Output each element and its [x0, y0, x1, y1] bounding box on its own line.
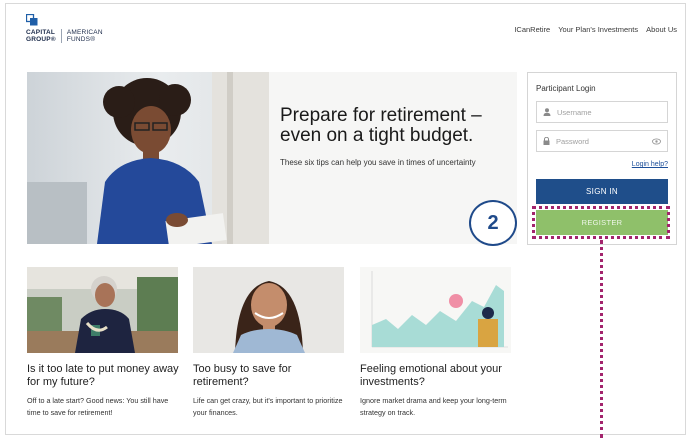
article-text: Life can get crazy, but it's important t…: [193, 396, 343, 417]
article-card[interactable]: Too busy to save for retirement? Life ca…: [193, 267, 345, 419]
article-title[interactable]: Is it too late to put money away for my …: [27, 363, 179, 389]
nav-plan-investments[interactable]: Your Plan's Investments: [558, 25, 638, 34]
password-field[interactable]: [536, 130, 668, 152]
participant-login-panel: Participant Login Login help? SIGN IN RE…: [527, 72, 677, 245]
article-card[interactable]: Feeling emotional about your investments…: [360, 267, 512, 419]
login-help-link[interactable]: Login help?: [632, 161, 668, 168]
article-title[interactable]: Too busy to save for retirement?: [193, 363, 345, 389]
logo-mark-icon: [26, 14, 38, 26]
logo-american-funds: AMERICAN FUNDS®: [66, 29, 103, 43]
lock-icon: [543, 137, 550, 145]
article-card[interactable]: Is it too late to put money away for my …: [27, 267, 179, 419]
smiling-woman-photo: [193, 267, 344, 353]
top-nav: ICanRetire Your Plan's Investments About…: [514, 25, 677, 34]
password-input[interactable]: [556, 136, 646, 146]
logo-capital-group: CAPITAL GROUP®: [26, 29, 56, 43]
username-input[interactable]: [557, 107, 647, 117]
hero-woman-photo: [27, 72, 269, 244]
older-woman-photo: [27, 267, 178, 353]
eye-icon[interactable]: [652, 138, 661, 145]
register-button[interactable]: REGISTER: [536, 210, 668, 235]
hero-subtitle: These six tips can help you save in time…: [280, 158, 476, 167]
step-callout: 2: [469, 200, 517, 246]
user-icon: [543, 108, 551, 116]
article-text: Ignore market drama and keep your long-t…: [360, 396, 507, 417]
article-title[interactable]: Feeling emotional about your investments…: [360, 363, 512, 389]
sign-in-button[interactable]: SIGN IN: [536, 179, 668, 204]
article-text: Off to a late start? Good news: You stil…: [27, 396, 169, 417]
hero-banner[interactable]: Prepare for retirement – even on a tight…: [27, 72, 517, 244]
login-title: Participant Login: [536, 84, 596, 93]
nav-icanretire[interactable]: ICanRetire: [514, 25, 550, 34]
username-field[interactable]: [536, 101, 668, 123]
market-chart-illustration: [360, 267, 511, 353]
hero-title[interactable]: Prepare for retirement – even on a tight…: [280, 106, 510, 146]
logo-divider: [60, 29, 62, 43]
nav-about-us[interactable]: About Us: [646, 25, 677, 34]
